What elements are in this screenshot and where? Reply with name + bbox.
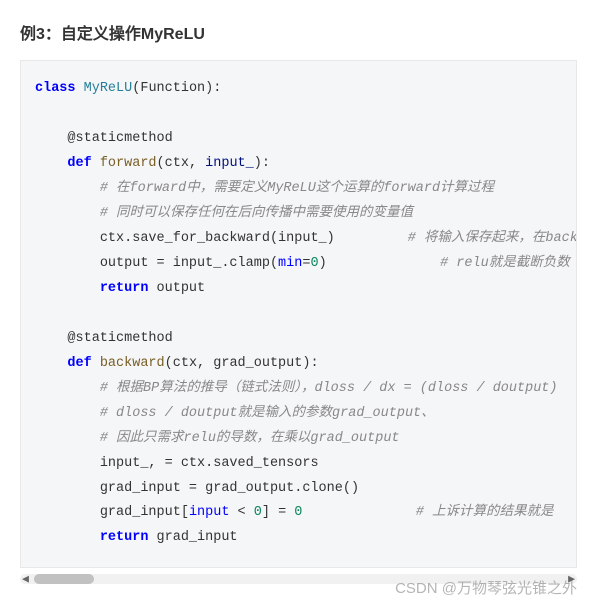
watermark: CSDN @万物琴弦光锥之外	[395, 577, 577, 598]
builtin-min: min	[278, 256, 302, 271]
keyword-return: return	[100, 281, 149, 296]
function-name: forward	[100, 156, 157, 171]
text: (ctx,	[157, 156, 206, 171]
scrollbar-thumb[interactable]	[34, 574, 94, 584]
scroll-left-icon[interactable]: ◀	[22, 574, 29, 585]
param: input_	[205, 156, 254, 171]
number: 0	[294, 505, 302, 520]
base-class: Function	[140, 81, 205, 96]
comment: # 根据BP算法的推导（链式法则），dloss / dx = (dloss / …	[100, 381, 558, 396]
function-name: backward	[100, 356, 165, 371]
builtin-input: input	[189, 505, 230, 520]
text: grad_input	[148, 530, 237, 545]
number: 0	[310, 256, 318, 271]
comment: # 因此只需求relu的导数，在乘以grad_output	[100, 431, 400, 446]
comment: # 将输入保存起来，在back	[408, 231, 577, 246]
text: (ctx, grad_output):	[165, 356, 319, 371]
code-text: output = input_.clamp(	[100, 256, 278, 271]
code-block: class MyReLU(Function): @staticmethod de…	[20, 60, 577, 568]
code-line: grad_input = grad_output.clone()	[100, 481, 359, 496]
decorator: @staticmethod	[67, 131, 172, 146]
comment: # 同时可以保存任何在后向传播中需要使用的变量值	[100, 206, 413, 221]
keyword-return: return	[100, 530, 149, 545]
text: )	[319, 256, 327, 271]
comment: # relu就是截断负数	[440, 256, 570, 271]
comment: # dloss / doutput就是输入的参数grad_output、	[100, 406, 435, 421]
text: ):	[205, 81, 221, 96]
keyword-def: def	[67, 356, 91, 371]
keyword-class: class	[35, 81, 76, 96]
code-line: ctx.save_for_backward(input_)	[100, 231, 335, 246]
text: ] =	[262, 505, 294, 520]
number: 0	[254, 505, 262, 520]
keyword-def: def	[67, 156, 91, 171]
text: output	[148, 281, 205, 296]
text: ):	[254, 156, 270, 171]
decorator: @staticmethod	[67, 331, 172, 346]
section-heading: 例3：自定义操作MyReLU	[20, 20, 577, 44]
code-line: input_, = ctx.saved_tensors	[100, 456, 319, 471]
comment: # 在forward中，需要定义MyReLU这个运算的forward计算过程	[100, 181, 494, 196]
text: <	[229, 505, 253, 520]
code-text: grad_input[	[100, 505, 189, 520]
class-name: MyReLU	[84, 81, 133, 96]
comment: # 上诉计算的结果就是	[416, 505, 554, 520]
